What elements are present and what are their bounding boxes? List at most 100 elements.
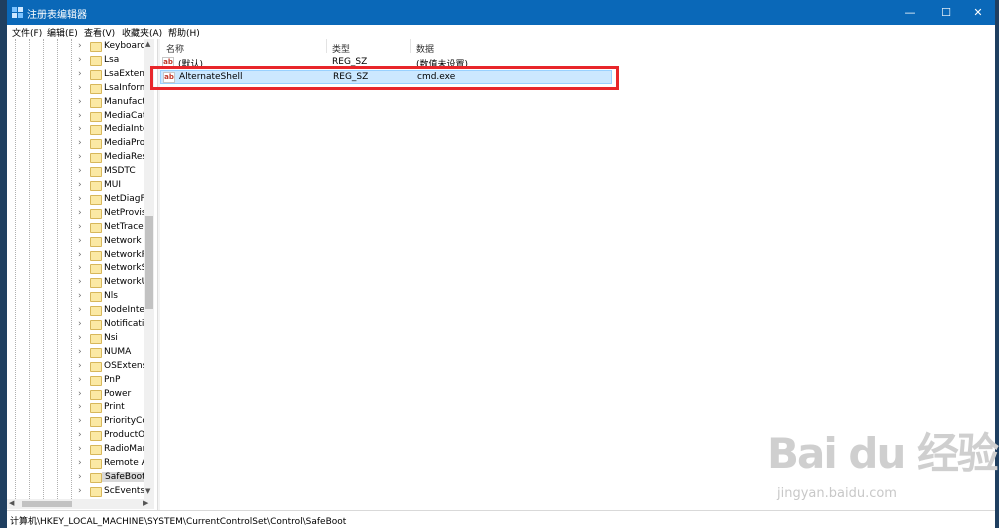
folder-icon <box>90 167 102 178</box>
expand-chevron-icon[interactable]: › <box>78 263 82 273</box>
expand-chevron-icon[interactable]: › <box>78 236 82 246</box>
folder-icon <box>90 306 102 317</box>
folder-icon <box>90 389 102 400</box>
maximize-button[interactable]: ☐ <box>929 0 963 25</box>
baidu-watermark-logo: Bai du 经验 <box>767 429 999 478</box>
tree-item-label: Print <box>104 402 125 413</box>
column-separator[interactable] <box>410 39 411 53</box>
tree-guide-line <box>71 39 72 499</box>
tree-horizontal-scrollbar[interactable]: ◀ ▶ <box>7 499 154 509</box>
expand-chevron-icon[interactable]: › <box>78 277 82 287</box>
menu-bar: 文件(F) 编辑(E) 查看(V) 收藏夹(A) 帮助(H) <box>7 25 995 39</box>
expand-chevron-icon[interactable]: › <box>78 41 82 51</box>
tree-item-label: MediaPro <box>104 138 146 149</box>
close-button[interactable]: ✕ <box>961 0 995 25</box>
tree-item-label: Network <box>104 235 142 246</box>
folder-icon <box>90 69 102 80</box>
registry-editor-window: 注册表编辑器 — ☐ ✕ 文件(F) 编辑(E) 查看(V) 收藏夹(A) 帮助… <box>7 0 999 528</box>
expand-chevron-icon[interactable]: › <box>78 319 82 329</box>
expand-chevron-icon[interactable]: › <box>78 305 82 315</box>
tree-item-label: NodeInter <box>104 305 149 316</box>
column-header-name[interactable]: 名称 <box>166 42 184 55</box>
column-header-type[interactable]: 类型 <box>332 42 350 55</box>
folder-icon <box>90 472 102 483</box>
folder-icon <box>90 431 102 442</box>
menu-file[interactable]: 文件(F) <box>12 26 42 39</box>
folder-icon <box>90 264 102 275</box>
tree-item-label: PnP <box>104 374 121 385</box>
expand-chevron-icon[interactable]: › <box>78 55 82 65</box>
expand-chevron-icon[interactable]: › <box>78 83 82 93</box>
folder-icon <box>90 445 102 456</box>
expand-chevron-icon[interactable]: › <box>78 194 82 204</box>
folder-icon <box>90 125 102 136</box>
expand-chevron-icon[interactable]: › <box>78 458 82 468</box>
menu-view[interactable]: 查看(V) <box>84 26 115 39</box>
folder-icon <box>90 361 102 372</box>
folder-icon <box>90 83 102 94</box>
folder-icon <box>90 222 102 233</box>
tree-item-label: OSExtensi <box>104 360 150 371</box>
scroll-up-icon[interactable]: ▲ <box>145 40 150 48</box>
folder-icon <box>90 320 102 330</box>
folder-icon <box>90 375 102 386</box>
expand-chevron-icon[interactable]: › <box>78 472 82 482</box>
expand-chevron-icon[interactable]: › <box>78 138 82 148</box>
expand-chevron-icon[interactable]: › <box>78 291 82 301</box>
expand-chevron-icon[interactable]: › <box>78 69 82 79</box>
expand-chevron-icon[interactable]: › <box>78 250 82 260</box>
expand-chevron-icon[interactable]: › <box>78 375 82 385</box>
folder-icon <box>90 97 102 108</box>
expand-chevron-icon[interactable]: › <box>78 152 82 162</box>
expand-chevron-icon[interactable]: › <box>78 444 82 454</box>
scroll-left-icon[interactable]: ◀ <box>9 499 14 507</box>
scroll-down-icon[interactable]: ▼ <box>145 487 150 495</box>
expand-chevron-icon[interactable]: › <box>78 166 82 176</box>
expand-chevron-icon[interactable]: › <box>78 402 82 412</box>
expand-chevron-icon[interactable]: › <box>78 347 82 357</box>
folder-icon <box>90 208 102 219</box>
expand-chevron-icon[interactable]: › <box>78 416 82 426</box>
folder-icon <box>90 194 102 205</box>
tree-item-label: Notificati <box>104 319 145 329</box>
tree-item-label: NetworkS <box>104 263 148 274</box>
tree-item-label: Nls <box>104 291 118 302</box>
expand-chevron-icon[interactable]: › <box>78 180 82 190</box>
expand-chevron-icon[interactable]: › <box>78 430 82 440</box>
expand-chevron-icon[interactable]: › <box>78 486 82 496</box>
key-tree-pane[interactable]: › Keyboard › Lsa › LsaExtens › LsaInform › Manufa… <box>7 39 157 510</box>
scroll-right-icon[interactable]: ▶ <box>143 499 148 507</box>
expand-chevron-icon[interactable]: › <box>78 333 82 343</box>
folder-icon <box>90 181 102 191</box>
tree-scroll-thumb[interactable] <box>145 216 153 309</box>
menu-help[interactable]: 帮助(H) <box>168 26 200 39</box>
tree-vertical-scrollbar[interactable]: ▲ ▼ <box>144 39 154 499</box>
tree-guide-line <box>15 39 16 499</box>
expand-chevron-icon[interactable]: › <box>78 389 82 399</box>
column-header-data[interactable]: 数据 <box>416 42 434 55</box>
expand-chevron-icon[interactable]: › <box>78 222 82 232</box>
expand-chevron-icon[interactable]: › <box>78 111 82 121</box>
menu-favorites[interactable]: 收藏夹(A) <box>122 26 162 39</box>
desktop-edge-left <box>0 0 7 528</box>
tree-hscroll-thumb[interactable] <box>22 501 72 507</box>
tree-item-label: NetProvis <box>104 207 147 218</box>
expand-chevron-icon[interactable]: › <box>78 97 82 107</box>
column-separator[interactable] <box>326 39 327 53</box>
tree-guide-line <box>43 39 44 499</box>
title-bar[interactable]: 注册表编辑器 — ☐ ✕ <box>7 0 995 25</box>
expand-chevron-icon[interactable]: › <box>78 208 82 218</box>
expand-chevron-icon[interactable]: › <box>78 361 82 371</box>
folder-icon <box>90 278 102 289</box>
folder-icon <box>90 55 102 66</box>
window-title: 注册表编辑器 <box>27 10 87 21</box>
folder-icon <box>90 347 102 358</box>
expand-chevron-icon[interactable]: › <box>78 124 82 134</box>
registry-app-icon <box>12 7 23 18</box>
menu-edit[interactable]: 编辑(E) <box>47 26 78 39</box>
folder-icon <box>90 459 102 469</box>
folder-icon <box>90 250 102 261</box>
minimize-button[interactable]: — <box>893 0 927 25</box>
tree-item-label: NetworkU <box>104 277 149 288</box>
baidu-watermark-url: jingyan.baidu.com <box>777 486 897 501</box>
